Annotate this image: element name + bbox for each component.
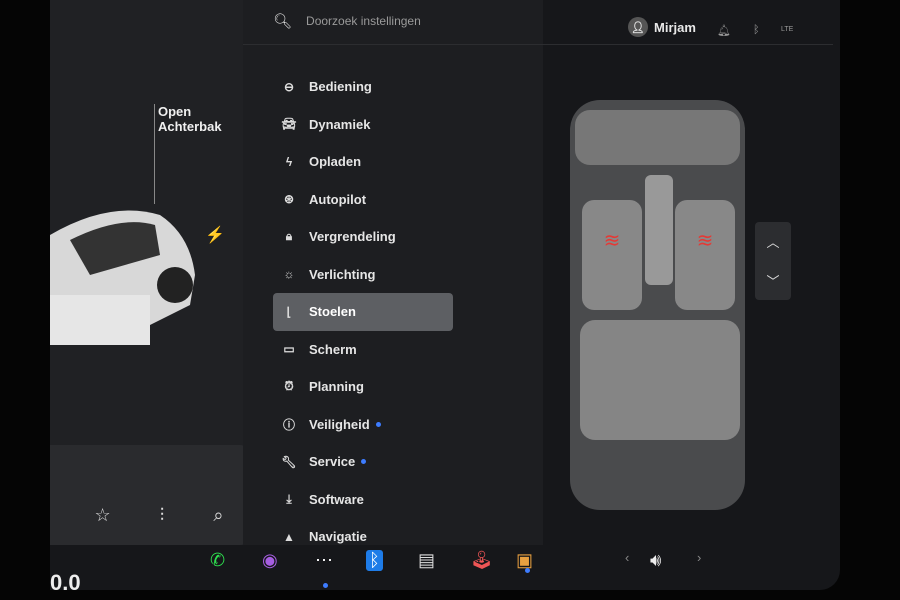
- menu-item-dynamiek[interactable]: 🚘︎ Dynamiek: [273, 106, 453, 144]
- lte-signal-icon: LTE: [781, 26, 794, 33]
- menu-item-bediening[interactable]: ⊖ Bediening: [273, 68, 453, 106]
- car-icon: 🚘︎: [281, 117, 297, 132]
- volume-icon[interactable]: 🔊︎: [650, 550, 661, 571]
- menu-item-label: Stoelen: [309, 304, 356, 320]
- menu-item-planning[interactable]: ⏰︎ Planning: [273, 368, 453, 406]
- passenger-seat: [675, 200, 735, 310]
- more-apps-icon[interactable]: ⋯: [315, 550, 333, 571]
- wrench-icon: 🔧︎: [281, 454, 297, 469]
- menu-item-stoelen[interactable]: ⌊ Stoelen: [273, 293, 453, 331]
- toggle-icon: ⊖: [283, 79, 295, 94]
- sun-icon: ☼: [283, 267, 295, 282]
- menu-item-label: Vergrendeling: [309, 229, 396, 245]
- phone-icon[interactable]: ✆: [210, 550, 225, 571]
- camera-icon[interactable]: ◉: [262, 550, 278, 571]
- download-icon: ⤓: [286, 491, 292, 506]
- menu-item-software[interactable]: ⤓ Software: [273, 481, 453, 519]
- menu-item-label: Planning: [309, 379, 364, 395]
- alarm-icon: ⏰︎: [284, 379, 294, 394]
- search-icon[interactable]: ⌕: [213, 505, 223, 526]
- seat-icon: ⌊: [286, 304, 292, 319]
- seat-overview: ≋ ≋: [570, 100, 745, 510]
- menu-item-opladen[interactable]: ϟ Opladen: [273, 143, 453, 181]
- menu-item-label: Software: [309, 491, 364, 507]
- menu-item-label: Opladen: [309, 154, 362, 170]
- menu-item-service[interactable]: 🔧︎ Service: [273, 443, 453, 481]
- trunk-line: [154, 104, 155, 204]
- menu-item-verlichting[interactable]: ☼ Verlichting: [273, 256, 453, 294]
- sliders-icon[interactable]: ⫶: [160, 505, 165, 526]
- joystick-app-icon[interactable]: 🕹︎: [470, 550, 493, 571]
- car-image: [50, 210, 195, 345]
- center-console: [645, 175, 673, 285]
- search-input[interactable]: 🔍︎ Doorzoek instellingen: [273, 12, 421, 30]
- bell-icon[interactable]: 🔔︎: [717, 24, 731, 37]
- notes-app-icon[interactable]: ▤: [418, 550, 435, 571]
- menu-item-autopilot[interactable]: ⊛ Autopilot: [273, 181, 453, 219]
- chevron-up-icon[interactable]: ︿: [766, 232, 779, 251]
- menu-item-label: Verlichting: [309, 266, 376, 282]
- bluetooth-icon[interactable]: ᛒ: [753, 24, 760, 36]
- lock-icon: 🔒︎: [285, 229, 293, 244]
- bluetooth-app-icon[interactable]: ᛒ: [366, 550, 383, 571]
- menu-item-label: Veiligheid: [309, 416, 370, 432]
- volume-up-chevron-icon[interactable]: ›: [697, 550, 701, 565]
- menu-item-label: Scherm: [309, 341, 357, 357]
- volume-down-chevron-icon[interactable]: ‹: [625, 550, 629, 565]
- quick-controls-panel: [50, 445, 248, 545]
- chevron-down-icon[interactable]: ﹀: [766, 271, 779, 290]
- open-trunk-button[interactable]: Open Achterbak: [158, 104, 228, 134]
- top-bar: 🔍︎ Doorzoek instellingen 👤︎ Mirjam 🔔︎ ᛒ …: [243, 0, 833, 45]
- dock: ✆ ◉ ⋯ ᛒ ▤ 🕹︎ ▣ ‹ 🔊︎ ›: [190, 540, 750, 588]
- seat-scroll-control: ︿ ﹀: [755, 222, 791, 300]
- search-icon: 🔍︎: [273, 13, 293, 30]
- steering-wheel-icon: ⊛: [283, 192, 295, 207]
- speed-readout: 0.0: [50, 570, 81, 595]
- notification-dot: [375, 421, 381, 427]
- display-icon: ▭: [283, 342, 295, 357]
- star-icon[interactable]: ☆: [95, 505, 111, 526]
- driver-seat-heater-icon: ≋: [604, 230, 621, 252]
- passenger-seat-heater-icon: ≋: [697, 230, 714, 252]
- bolt-icon: ϟ: [285, 154, 293, 169]
- menu-item-label: Autopilot: [309, 191, 367, 207]
- user-profile-button[interactable]: 👤︎ Mirjam: [628, 17, 696, 37]
- menu-item-veiligheid[interactable]: ⓘ Veiligheid: [273, 406, 453, 444]
- rear-seat: [580, 320, 740, 440]
- menu-item-label: Dynamiek: [309, 116, 371, 132]
- toybox-app-icon[interactable]: ▣: [516, 550, 533, 571]
- notification-dot: [361, 459, 367, 465]
- charge-port-icon[interactable]: ⚡: [205, 225, 225, 245]
- menu-item-scherm[interactable]: ▭ Scherm: [273, 331, 453, 369]
- menu-item-label: Service: [309, 454, 356, 470]
- user-name: Mirjam: [654, 19, 696, 35]
- info-icon: ⓘ: [282, 417, 295, 432]
- menu-item-vergrendeling[interactable]: 🔒︎ Vergrendeling: [273, 218, 453, 256]
- menu-item-label: Bediening: [309, 79, 372, 95]
- avatar: 👤︎: [628, 17, 648, 37]
- driver-seat: [582, 200, 642, 310]
- search-placeholder: Doorzoek instellingen: [306, 14, 421, 28]
